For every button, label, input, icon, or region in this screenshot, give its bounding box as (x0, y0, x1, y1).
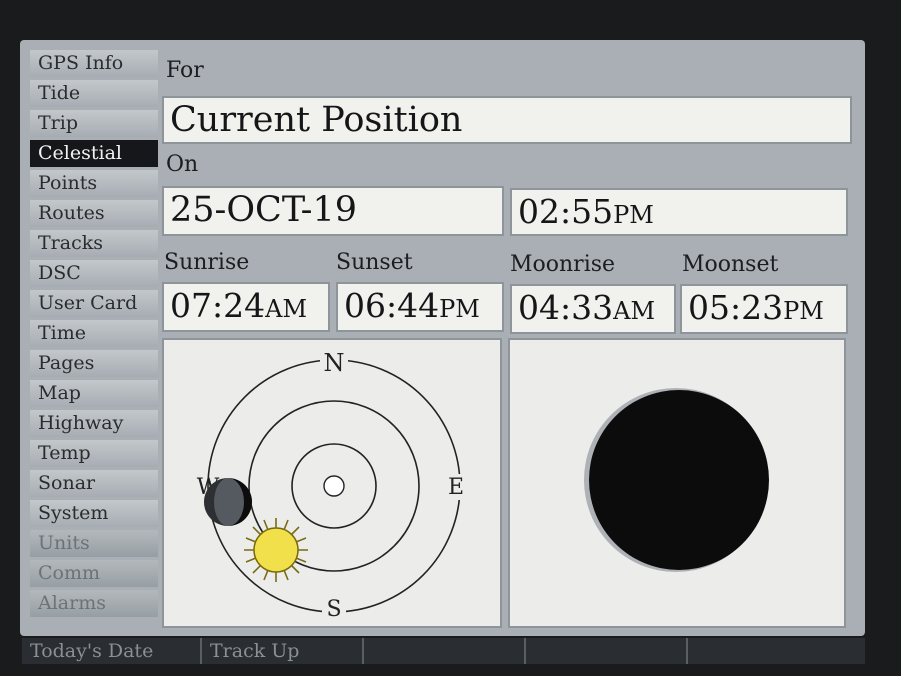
sun-position-icon (244, 518, 308, 582)
moonrise-label: Moonrise (510, 252, 616, 277)
on-label: On (166, 152, 199, 177)
sunset-value: 06:44 (344, 286, 440, 325)
sunrise-label: Sunrise (164, 250, 250, 275)
sidebar-item-celestial[interactable]: Celestial (30, 140, 158, 167)
softkey-todays-date[interactable]: Today's Date (22, 638, 202, 664)
sidebar-item-gps-info[interactable]: GPS Info (30, 50, 158, 77)
softkey-bar: Today's Date Track Up (22, 638, 865, 664)
moon-phase-icon (584, 388, 769, 572)
sidebar-item-units[interactable]: Units (30, 530, 158, 557)
sunrise-value: 07:24 (170, 286, 266, 325)
moonrise-suffix: AM (613, 297, 656, 325)
sidebar-item-user-card[interactable]: User Card (30, 290, 158, 317)
sidebar-item-tracks[interactable]: Tracks (30, 230, 158, 257)
sunrise-suffix: AM (265, 295, 308, 323)
sidebar-item-dsc[interactable]: DSC (30, 260, 158, 287)
moon-phase-diagram (584, 388, 769, 572)
sidebar-item-alarms[interactable]: Alarms (30, 590, 158, 617)
celestial-page: For Current Position On 25-OCT-19 02:55P… (160, 48, 852, 628)
moon-phase-panel (508, 338, 846, 628)
sidebar-item-comm[interactable]: Comm (30, 560, 158, 587)
date-field[interactable]: 25-OCT-19 (162, 186, 504, 236)
moonrise-field: 04:33AM (510, 284, 676, 334)
sidebar-item-routes[interactable]: Routes (30, 200, 158, 227)
sunset-label: Sunset (336, 250, 413, 275)
sunrise-field: 07:24AM (162, 282, 330, 332)
compass-n: N (324, 349, 345, 377)
sidebar-item-time[interactable]: Time (30, 320, 158, 347)
sidebar-item-points[interactable]: Points (30, 170, 158, 197)
sidebar-item-trip[interactable]: Trip (30, 110, 158, 137)
softkey-5[interactable] (688, 638, 865, 664)
sunset-field: 06:44PM (336, 282, 504, 332)
time-value: 02:55 (518, 192, 614, 231)
sky-view-diagram: N S E W (197, 349, 466, 622)
sunset-suffix: PM (439, 295, 480, 323)
sidebar-item-highway[interactable]: Highway (30, 410, 158, 437)
softkey-4[interactable] (526, 638, 688, 664)
compass-e: E (448, 475, 464, 500)
time-field[interactable]: 02:55PM (510, 188, 848, 236)
sidebar-item-tide[interactable]: Tide (30, 80, 158, 107)
position-field[interactable]: Current Position (162, 96, 852, 144)
moon-position-icon (204, 478, 252, 526)
softkey-3[interactable] (364, 638, 526, 664)
softkey-track-up[interactable]: Track Up (202, 638, 364, 664)
sidebar-menu: GPS Info Tide Trip Celestial Points Rout… (30, 50, 158, 620)
moonset-field: 05:23PM (680, 284, 848, 334)
zenith-marker (323, 475, 345, 497)
moonset-suffix: PM (783, 297, 824, 325)
compass-s: S (326, 597, 341, 622)
sky-view-panel: N S E W (162, 338, 502, 628)
sidebar-item-sonar[interactable]: Sonar (30, 470, 158, 497)
moonset-label: Moonset (682, 252, 779, 277)
moonrise-value: 04:33 (518, 288, 614, 327)
moonset-value: 05:23 (688, 288, 784, 327)
sidebar-item-map[interactable]: Map (30, 380, 158, 407)
sidebar-item-system[interactable]: System (30, 500, 158, 527)
time-suffix: PM (613, 201, 654, 229)
sidebar-item-pages[interactable]: Pages (30, 350, 158, 377)
for-label: For (166, 58, 204, 83)
device-screen: GPS Info Tide Trip Celestial Points Rout… (20, 40, 865, 636)
sidebar-item-temp[interactable]: Temp (30, 440, 158, 467)
